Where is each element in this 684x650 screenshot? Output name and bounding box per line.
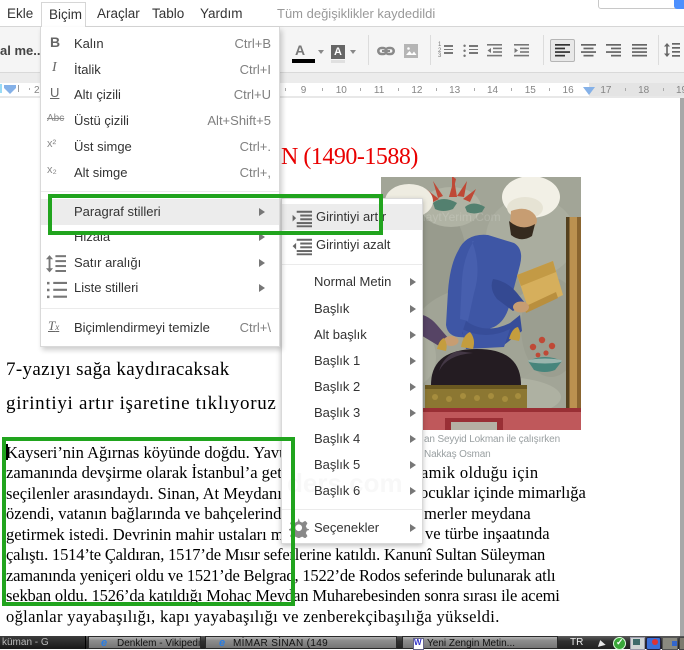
svg-text:SlaytYerim.Com: SlaytYerim.Com	[415, 210, 501, 224]
